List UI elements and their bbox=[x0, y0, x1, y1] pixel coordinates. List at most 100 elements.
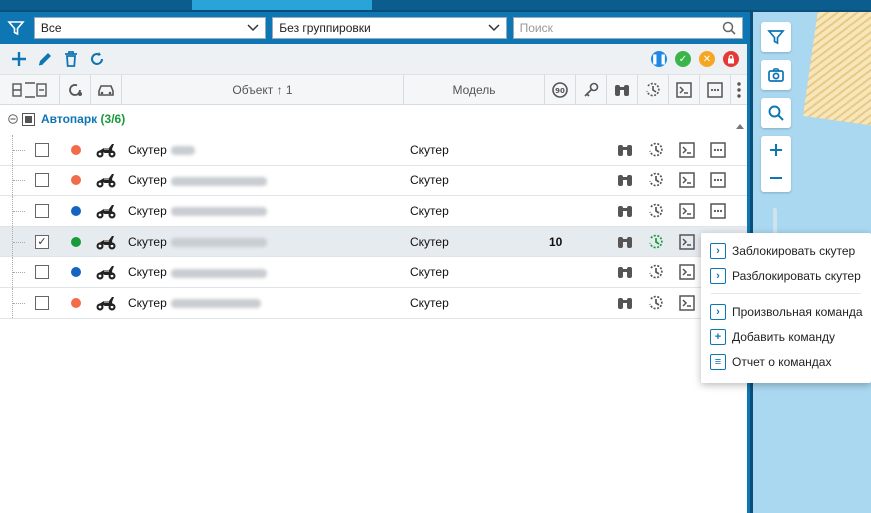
object-name-text: Скутер bbox=[128, 203, 167, 218]
menu-item-label: Разблокировать скутер bbox=[732, 268, 861, 283]
group-row[interactable]: Автопарк (3/6) bbox=[0, 105, 747, 133]
search-box bbox=[512, 17, 743, 39]
row-checkbox[interactable]: ✓ bbox=[35, 234, 49, 249]
column-object[interactable]: Объект ↑ 1 bbox=[122, 75, 404, 104]
scooter-icon bbox=[95, 141, 117, 159]
binoculars-icon[interactable] bbox=[615, 262, 635, 282]
scroll-up-icon[interactable] bbox=[735, 122, 745, 130]
object-name[interactable]: Скутер bbox=[128, 296, 261, 310]
menu-item-custom-command[interactable]: › Произвольная команда bbox=[701, 299, 871, 324]
report-icon: ≡ bbox=[710, 353, 726, 370]
object-name[interactable]: Скутер bbox=[128, 204, 267, 218]
menu-item-lock-scooter[interactable]: › Заблокировать скутер bbox=[701, 238, 871, 263]
add-button[interactable] bbox=[6, 46, 32, 72]
history-icon[interactable] bbox=[646, 232, 666, 252]
object-name[interactable]: Скутер bbox=[128, 265, 267, 279]
terminal-icon[interactable] bbox=[677, 170, 697, 190]
table-row[interactable]: Скутер Скутер bbox=[0, 135, 747, 166]
group-checkbox-icon[interactable] bbox=[22, 112, 35, 126]
chevron-down-icon bbox=[247, 24, 259, 32]
table-row[interactable]: Скутер Скутер bbox=[0, 287, 747, 319]
filter-icon[interactable] bbox=[4, 16, 28, 40]
object-model: Скутер bbox=[410, 234, 449, 249]
column-speed[interactable]: 90 bbox=[545, 75, 576, 104]
binoculars-icon[interactable] bbox=[615, 293, 635, 313]
edit-button[interactable] bbox=[32, 46, 58, 72]
scooter-icon bbox=[95, 263, 117, 281]
group-count: (3/6) bbox=[100, 112, 126, 126]
row-checkbox[interactable] bbox=[35, 265, 49, 280]
refresh-button[interactable] bbox=[84, 46, 110, 72]
tree-line bbox=[12, 165, 25, 196]
terminal-icon[interactable] bbox=[677, 232, 697, 252]
pause-status-icon[interactable]: ❚❚ bbox=[651, 51, 667, 67]
collapse-icon[interactable] bbox=[8, 114, 18, 124]
column-history[interactable] bbox=[638, 75, 669, 104]
search-input[interactable] bbox=[519, 21, 710, 35]
toolbar: ❚❚ ✓ ✕ bbox=[0, 44, 747, 74]
table-row[interactable]: ✓ Скутер Скутер 10 bbox=[0, 226, 747, 258]
grouping-select[interactable]: Без группировки bbox=[272, 17, 507, 39]
terminal-icon[interactable] bbox=[677, 140, 697, 160]
table-row[interactable]: Скутер Скутер bbox=[0, 165, 747, 197]
terminal-icon[interactable] bbox=[677, 262, 697, 282]
terminal-icon[interactable] bbox=[677, 201, 697, 221]
zoom-in-icon[interactable] bbox=[768, 142, 784, 158]
search-icon[interactable] bbox=[722, 21, 736, 35]
row-checkbox[interactable] bbox=[35, 173, 49, 188]
history-icon[interactable] bbox=[646, 170, 666, 190]
column-object-label: Объект ↑ 1 bbox=[232, 82, 293, 97]
history-icon[interactable] bbox=[646, 293, 666, 313]
more-box-icon[interactable] bbox=[708, 140, 728, 160]
check-status-icon[interactable]: ✓ bbox=[675, 51, 691, 67]
binoculars-icon[interactable] bbox=[615, 140, 635, 160]
menu-item-add-command[interactable]: + Добавить команду bbox=[701, 324, 871, 349]
column-model[interactable]: Модель bbox=[404, 75, 545, 104]
row-checkbox[interactable] bbox=[35, 142, 49, 157]
object-model: Скутер bbox=[410, 173, 449, 188]
menu-divider bbox=[711, 293, 861, 294]
menu-item-commands-report[interactable]: ≡ Отчет о командах bbox=[701, 349, 871, 374]
column-key[interactable] bbox=[576, 75, 607, 104]
table-row[interactable]: Скутер Скутер bbox=[0, 257, 747, 288]
history-icon[interactable] bbox=[646, 201, 666, 221]
more-box-icon[interactable] bbox=[708, 201, 728, 221]
redacted-id bbox=[170, 146, 195, 156]
group-name: Автопарк (3/6) bbox=[41, 112, 125, 126]
pencil-icon bbox=[38, 53, 51, 66]
tree-line bbox=[12, 287, 25, 318]
column-status[interactable] bbox=[60, 75, 91, 104]
status-dot bbox=[71, 175, 81, 186]
status-dot bbox=[71, 236, 81, 247]
table-row[interactable]: Скутер Скутер bbox=[0, 196, 747, 227]
column-select-all[interactable] bbox=[0, 75, 60, 104]
map-filter-button[interactable] bbox=[761, 22, 791, 52]
object-name[interactable]: Скутер bbox=[128, 173, 267, 187]
x-status-icon[interactable]: ✕ bbox=[699, 51, 715, 67]
binoculars-icon[interactable] bbox=[615, 201, 635, 221]
binoculars-icon[interactable] bbox=[615, 170, 635, 190]
map-screenshot-button[interactable] bbox=[761, 60, 791, 90]
terminal-icon[interactable] bbox=[677, 293, 697, 313]
column-commands[interactable] bbox=[669, 75, 700, 104]
object-name-text: Скутер bbox=[128, 142, 167, 157]
history-icon[interactable] bbox=[646, 262, 666, 282]
column-settings[interactable] bbox=[731, 75, 747, 104]
column-more[interactable] bbox=[700, 75, 731, 104]
more-box-icon[interactable] bbox=[708, 170, 728, 190]
tree-line bbox=[12, 135, 25, 165]
menu-item-unlock-scooter[interactable]: › Разблокировать скутер bbox=[701, 263, 871, 288]
status-filter-select[interactable]: Все bbox=[33, 17, 267, 39]
binoculars-icon[interactable] bbox=[615, 232, 635, 252]
delete-button[interactable] bbox=[58, 46, 84, 72]
object-name[interactable]: Скутер bbox=[128, 143, 195, 157]
object-name[interactable]: Скутер bbox=[128, 235, 267, 249]
map-search-button[interactable] bbox=[761, 98, 791, 128]
column-vehicle[interactable] bbox=[91, 75, 122, 104]
row-checkbox[interactable] bbox=[35, 203, 49, 218]
history-icon[interactable] bbox=[646, 140, 666, 160]
row-checkbox[interactable] bbox=[35, 295, 49, 310]
column-binoculars[interactable] bbox=[607, 75, 638, 104]
zoom-out-icon[interactable] bbox=[768, 170, 784, 186]
lock-status-icon[interactable] bbox=[723, 51, 739, 67]
